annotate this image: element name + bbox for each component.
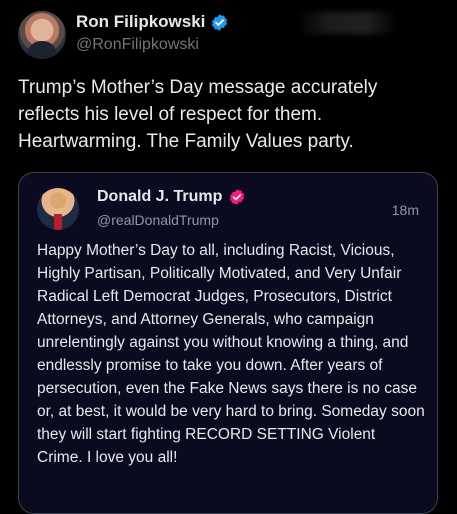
verified-badge-icon [230, 189, 245, 205]
author-name[interactable]: Ron Filipkowski [76, 12, 205, 32]
tweet-text: Trump’s Mother’s Day message accurately … [18, 77, 378, 152]
author-name-row: Ron Filipkowski [76, 12, 229, 32]
quoted-author-handle[interactable]: @realDonaldTrump [97, 212, 219, 228]
quoted-author-name-row: Donald J. Trump [97, 188, 246, 206]
quoted-post-text: Happy Mother’s Day to all, including Rac… [37, 242, 425, 466]
quoted-author-avatar[interactable] [37, 188, 79, 230]
redacted-area [297, 12, 397, 34]
verified-badge-icon [212, 13, 228, 31]
quoted-post-card[interactable]: Donald J. Trump @realDonaldTrump 18m Hap… [18, 172, 438, 514]
author-handle[interactable]: @RonFilipkowski [76, 36, 199, 54]
author-avatar[interactable] [18, 11, 66, 59]
quoted-author-name[interactable]: Donald J. Trump [97, 188, 222, 206]
tweet-header: Ron Filipkowski @RonFilipkowski [0, 0, 457, 70]
quoted-timestamp[interactable]: 18m [392, 202, 419, 218]
